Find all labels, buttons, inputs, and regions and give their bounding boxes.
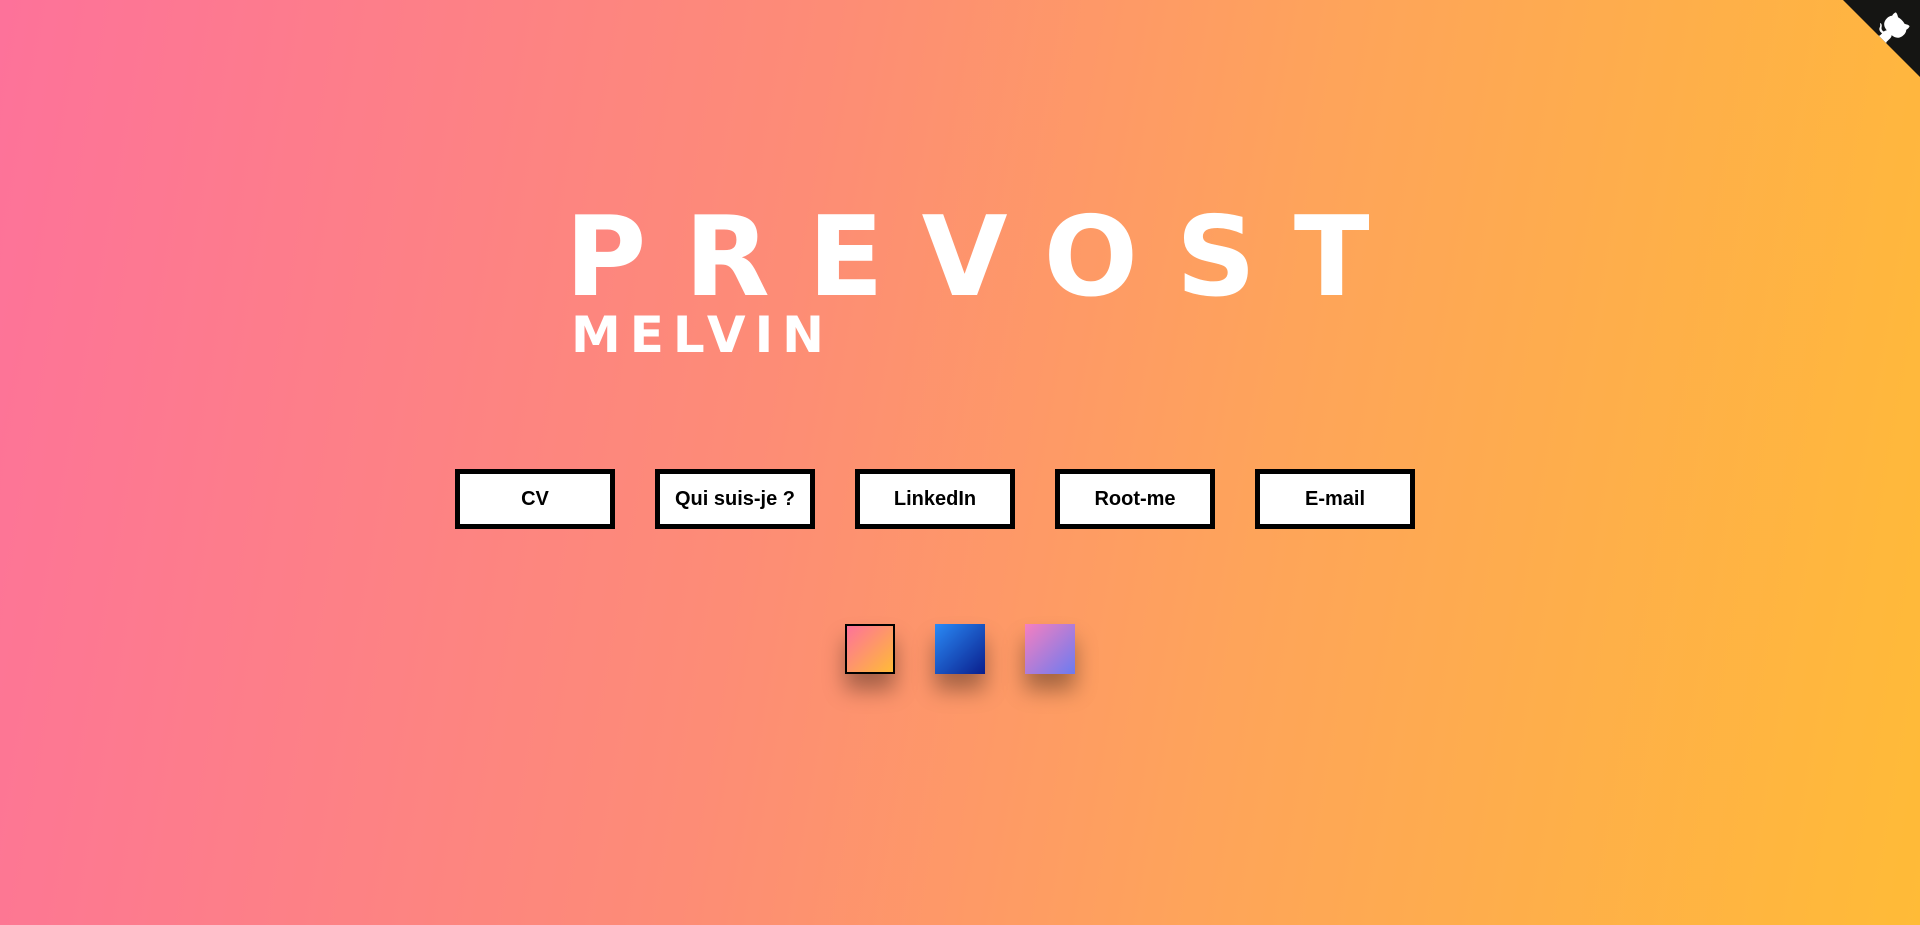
github-corner-link[interactable] bbox=[1843, 0, 1920, 77]
theme-switcher bbox=[845, 624, 1075, 674]
theme-swatch-pink-purple[interactable] bbox=[1025, 624, 1075, 674]
rootme-button[interactable]: Root-me bbox=[1055, 469, 1215, 529]
about-button[interactable]: Qui suis-je ? bbox=[655, 469, 815, 529]
nav-buttons: CV Qui suis-je ? LinkedIn Root-me E-mail bbox=[455, 469, 1415, 529]
cv-button[interactable]: CV bbox=[455, 469, 615, 529]
theme-swatch-pink-orange[interactable] bbox=[845, 624, 895, 674]
linkedin-button[interactable]: LinkedIn bbox=[855, 469, 1015, 529]
site-title: PREVOST MELVIN bbox=[565, 193, 1408, 361]
theme-swatch-blue[interactable] bbox=[935, 624, 985, 674]
last-name-heading: PREVOST bbox=[565, 193, 1408, 322]
email-button[interactable]: E-mail bbox=[1255, 469, 1415, 529]
github-icon bbox=[1843, 0, 1920, 77]
